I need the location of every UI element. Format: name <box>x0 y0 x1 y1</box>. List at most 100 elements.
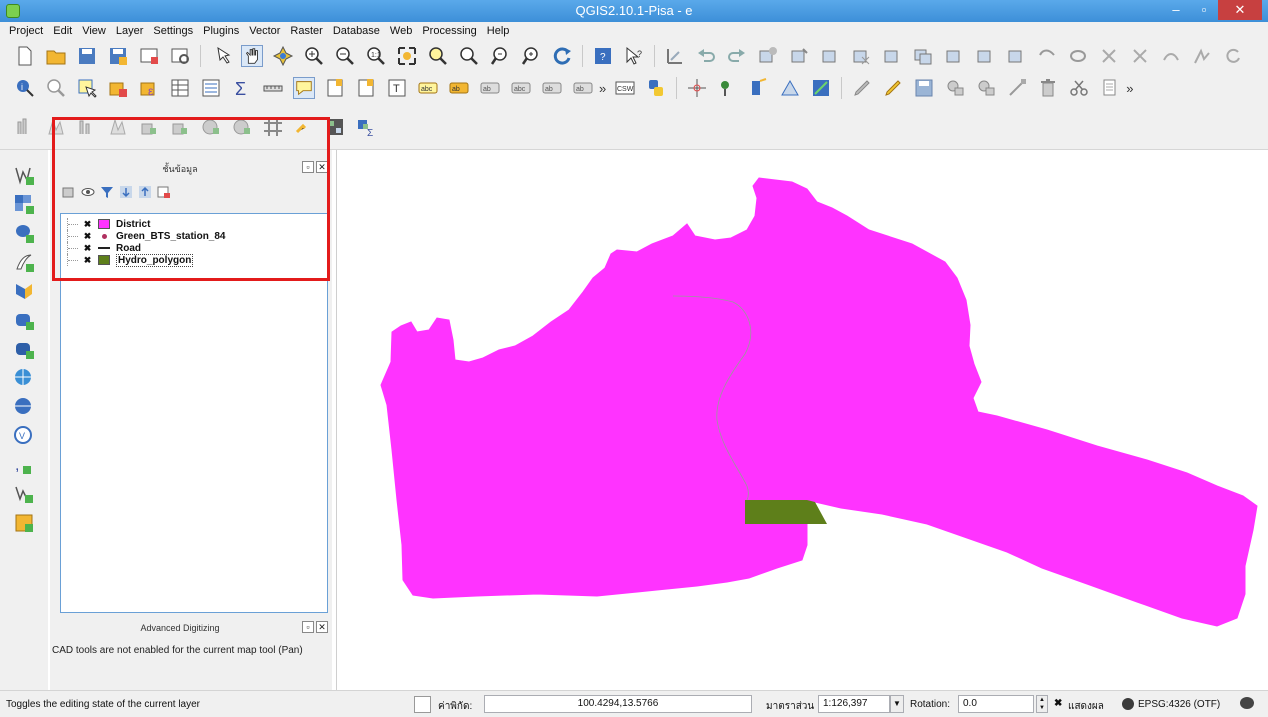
float-panel-button[interactable]: ▫ <box>302 161 314 173</box>
select-by-expression-icon[interactable]: ε <box>138 77 160 99</box>
layer-item[interactable]: ✖ District <box>61 218 327 230</box>
python-console-icon[interactable] <box>645 77 667 99</box>
add-feature-icon[interactable] <box>757 45 779 67</box>
menu-processing[interactable]: Processing <box>417 25 481 37</box>
copy-features-icon[interactable] <box>912 45 934 67</box>
save-layer-edits-icon[interactable] <box>913 77 935 99</box>
layer-visibility-checkbox[interactable]: ✖ <box>83 231 92 241</box>
scale-field[interactable]: 1:126,397 <box>818 695 890 713</box>
coordinate-capture-icon[interactable] <box>686 77 708 99</box>
close-adv-panel-button[interactable]: ✕ <box>316 621 328 633</box>
add-virtual-layer-icon[interactable] <box>13 512 35 534</box>
remove-layer-icon[interactable] <box>157 185 171 199</box>
zoom-to-selection-icon[interactable] <box>427 45 449 67</box>
delete-selected-icon[interactable] <box>850 45 872 67</box>
simplify-feature-icon[interactable] <box>1191 45 1213 67</box>
messages-icon[interactable] <box>1240 697 1254 709</box>
zoom-full-icon[interactable] <box>396 45 418 67</box>
paste-features-icon[interactable] <box>943 45 965 67</box>
crs-status[interactable]: EPSG:4326 (OTF) <box>1138 699 1220 710</box>
toggle-editing-icon[interactable] <box>882 77 904 99</box>
copy-icon[interactable] <box>1099 77 1121 99</box>
show-bookmarks-icon[interactable] <box>355 77 377 99</box>
close-panel-button[interactable]: ✕ <box>316 161 328 173</box>
layer-labeling-icon[interactable]: ab <box>448 77 470 99</box>
delete-part-icon[interactable] <box>1098 45 1120 67</box>
add-delimited-text-layer-icon[interactable]: , <box>13 454 35 476</box>
menu-help[interactable]: Help <box>482 25 515 37</box>
coordinate-field[interactable]: 100.4294,13.5766 <box>484 695 752 713</box>
reshape-features-icon[interactable] <box>1129 45 1151 67</box>
zoom-to-layer-icon[interactable] <box>458 45 480 67</box>
toolbar-overflow-button[interactable]: » <box>599 81 606 96</box>
identify-features-icon[interactable]: i <box>14 77 36 99</box>
add-spatialite-layer-icon[interactable] <box>13 251 35 273</box>
rotation-spinner-icon[interactable]: ▲ ▼ <box>1036 695 1048 713</box>
maximize-button[interactable]: ▫ <box>1190 0 1218 20</box>
pin-labels-icon[interactable]: ab <box>479 77 501 99</box>
layer-item[interactable]: ✖ Green_BTS_station_84 <box>61 230 327 242</box>
refresh-icon[interactable] <box>551 45 573 67</box>
menu-project[interactable]: Project <box>4 25 48 37</box>
menu-settings[interactable]: Settings <box>148 25 198 37</box>
scale-dropdown-arrow-icon[interactable]: ▼ <box>890 695 904 713</box>
map-canvas[interactable] <box>336 150 1268 690</box>
open-project-icon[interactable] <box>45 45 67 67</box>
buffer-tool-icon[interactable] <box>45 116 67 138</box>
filter-legend-icon[interactable] <box>100 185 114 199</box>
add-wcs-layer-icon[interactable] <box>13 396 35 418</box>
zonal-statistics-icon[interactable]: Σ <box>355 116 377 138</box>
select-features-icon[interactable] <box>45 77 67 99</box>
pan-map-icon[interactable] <box>241 45 263 67</box>
menu-raster[interactable]: Raster <box>285 25 327 37</box>
menu-web[interactable]: Web <box>385 25 417 37</box>
zoom-actual-size-icon[interactable]: 1:1 <box>365 45 387 67</box>
node-edit-icon[interactable] <box>1006 77 1028 99</box>
new-project-icon[interactable] <box>14 45 36 67</box>
rotate-feature-icon[interactable] <box>1222 45 1244 67</box>
rotate-label-icon[interactable]: ab <box>572 77 594 99</box>
union-tool-icon[interactable] <box>107 116 129 138</box>
grid-tool-icon[interactable] <box>262 116 284 138</box>
collapse-all-icon[interactable] <box>138 185 152 199</box>
topology-checker-icon[interactable] <box>810 77 832 99</box>
open-attribute-table-icon[interactable] <box>169 77 191 99</box>
toolbar-overflow-button-2[interactable]: » <box>1126 81 1133 96</box>
geometry-checker-icon[interactable] <box>779 77 801 99</box>
map-tips-toggle-icon[interactable] <box>293 77 315 99</box>
minimize-button[interactable]: – <box>1162 0 1190 20</box>
zoom-out-icon[interactable] <box>334 45 356 67</box>
deselect-features-icon[interactable] <box>107 77 129 99</box>
undo-icon[interactable] <box>695 45 717 67</box>
current-edits-icon[interactable] <box>664 45 686 67</box>
cut-features-icon[interactable] <box>881 45 903 67</box>
dissolve-tool-icon[interactable] <box>138 116 160 138</box>
add-oracle-layer-icon[interactable] <box>13 338 35 360</box>
delete-ring-icon[interactable] <box>1067 45 1089 67</box>
save-project-icon[interactable] <box>76 45 98 67</box>
convex-hull-icon[interactable] <box>14 116 36 138</box>
new-print-composer-icon[interactable] <box>138 45 160 67</box>
gps-tools-icon[interactable] <box>748 77 770 99</box>
menu-layer[interactable]: Layer <box>111 25 149 37</box>
node-tool-icon[interactable] <box>819 45 841 67</box>
menu-vector[interactable]: Vector <box>244 25 285 37</box>
raster-calculator-icon[interactable] <box>324 116 346 138</box>
statistical-summary-icon[interactable]: Σ <box>231 77 253 99</box>
float-adv-panel-button[interactable]: ▫ <box>302 621 314 633</box>
close-button[interactable]: ✕ <box>1218 0 1262 20</box>
menu-database[interactable]: Database <box>328 25 385 37</box>
new-shapefile-layer-icon[interactable] <box>13 483 35 505</box>
add-vector-layer-icon[interactable] <box>13 164 35 186</box>
manage-visibility-icon[interactable] <box>81 185 95 199</box>
add-wfs-layer-icon[interactable]: V <box>13 425 35 447</box>
render-checkbox[interactable]: ✖ <box>1054 699 1064 709</box>
new-bookmark-icon[interactable] <box>324 77 346 99</box>
crs-globe-icon[interactable] <box>1122 698 1134 710</box>
menu-plugins[interactable]: Plugins <box>198 25 244 37</box>
redo-icon[interactable] <box>726 45 748 67</box>
digitize-pencil-grey-icon[interactable] <box>851 77 873 99</box>
move-vector-feature-icon[interactable] <box>975 77 997 99</box>
layer-item[interactable]: ✖ Road <box>61 242 327 254</box>
move-label-icon[interactable]: ab <box>541 77 563 99</box>
